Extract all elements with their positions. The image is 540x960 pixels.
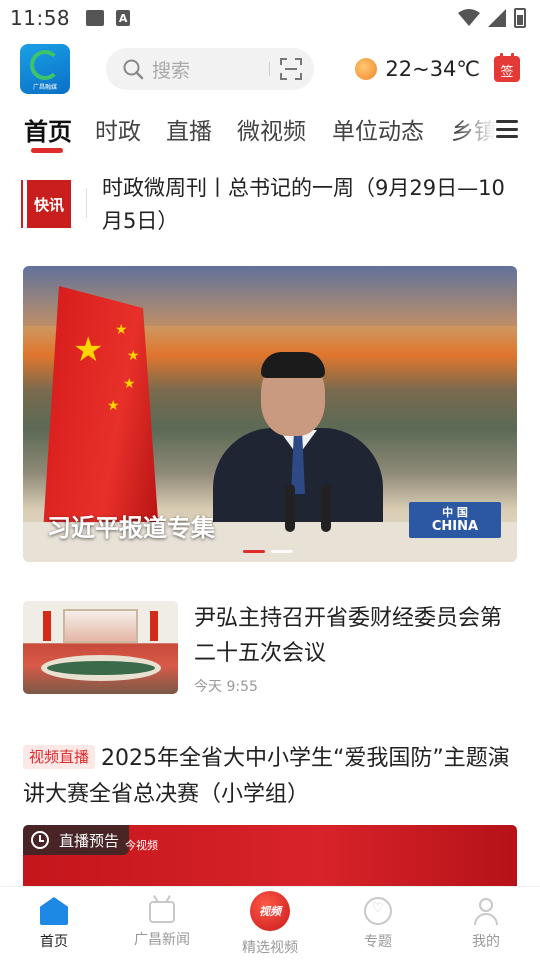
flag-big-star-icon: ★ [73,330,104,370]
news-time: 今天 9:55 [194,679,258,695]
live-preview-chip: 直播预告 [23,825,130,855]
news-thumbnail [23,601,178,694]
battery-icon [514,8,526,28]
active-tab-indicator [31,148,63,153]
news-list-item[interactable]: 尹弘主持召开省委财经委员会第二十五次会议 今天 9:55 [23,601,517,695]
flash-separator [86,188,87,218]
tab-live[interactable]: 直播 [166,112,212,146]
wifi-icon [458,9,480,26]
app-header: 广昌融媒 搜索 22~34℃ 签 [0,40,540,98]
news-title: 尹弘主持召开省委财经委员会第二十五次会议 [194,606,503,666]
status-bar: 11:58 A [0,0,540,36]
live-title: 2025年全省大中小学生“爱我国防”主题演讲大赛全省总决赛（小学组） [23,746,510,807]
banner-carousel[interactable]: ★ ★ ★ ★ ★ 中 国 CHINA 习近平报道专集 [23,266,517,562]
nav-featured-video[interactable]: 视频 精选视频 [216,887,324,960]
plate-en: CHINA [431,519,479,534]
logo-mark-icon [30,49,60,80]
flash-title: 时政微周刊丨总书记的一周（9月29日—10月5日） [102,176,505,233]
carousel-dot-active[interactable] [243,550,265,553]
live-news-item[interactable]: 视频直播 2025年全省大中小学生“爱我国防”主题演讲大赛全省总决赛（小学组） [23,741,517,813]
nav-mine[interactable]: 我的 [432,887,540,960]
live-brand: 今视频 [125,839,158,852]
flag-star-icon: ★ [123,376,136,392]
search-bar[interactable]: 搜索 [106,48,314,90]
channel-menu-icon[interactable] [496,120,518,138]
nav-topics[interactable]: 专题 [324,887,432,960]
logo-text: 广昌融媒 [32,83,57,91]
tab-politics[interactable]: 时政 [95,112,141,146]
flag-star-icon: ★ [127,348,140,364]
home-icon [40,897,68,925]
status-time: 11:58 [10,6,71,30]
notification-icons: A [86,10,131,26]
video-icon: 视频 [250,891,290,931]
nav-guangchang-news[interactable]: 广昌新闻 [108,887,216,960]
signal-icon [488,9,506,27]
image-notification-icon [86,10,105,26]
status-right [458,8,526,28]
weather-widget[interactable]: 22~34℃ [355,57,480,81]
tab-micro-video[interactable]: 微视频 [237,112,306,146]
live-cover-image[interactable]: 直播预告 今视频 [23,825,517,895]
flash-news[interactable]: 快讯 时政微周刊丨总书记的一周（9月29日—10月5日） [23,172,517,238]
live-chip-label: 直播预告 [59,831,120,850]
topic-icon [364,897,392,925]
tabs-fade [456,108,496,148]
scan-icon[interactable] [280,58,302,80]
tab-home[interactable]: 首页 [24,112,72,147]
sign-in-calendar-icon[interactable]: 签 [494,53,520,82]
name-plate: 中 国 CHINA [409,502,501,538]
tv-icon [149,901,175,923]
live-tag: 视频直播 [23,745,96,769]
nav-label: 广昌新闻 [134,932,190,948]
nav-label: 首页 [40,934,68,950]
clock-icon [31,831,49,849]
banner-caption: 习近平报道专集 [47,514,215,542]
channel-tabs: 首页 时政 直播 微视频 单位动态 乡镇 [0,108,540,156]
flag-star-icon: ★ [115,322,128,338]
nav-label: 专题 [364,934,392,950]
microphones-image [285,484,333,544]
temperature: 22~34℃ [385,57,480,81]
bottom-nav: 首页 广昌新闻 视频 精选视频 专题 我的 [0,886,540,960]
flag-star-icon: ★ [107,398,120,414]
nav-label: 精选视频 [242,940,298,956]
carousel-indicators [243,550,293,553]
search-divider [269,62,270,76]
sun-icon [355,58,378,80]
search-placeholder: 搜索 [152,59,191,82]
app-logo[interactable]: 广昌融媒 [20,44,70,94]
tab-unit-news[interactable]: 单位动态 [332,112,424,146]
nav-label: 我的 [472,934,500,950]
search-icon [123,59,144,80]
profile-icon [472,897,500,925]
nav-home[interactable]: 首页 [0,887,108,960]
plate-cn: 中 国 [442,506,468,519]
flash-badge: 快讯 [23,180,71,228]
font-notification-icon: A [116,10,131,26]
carousel-dot[interactable] [271,550,293,553]
